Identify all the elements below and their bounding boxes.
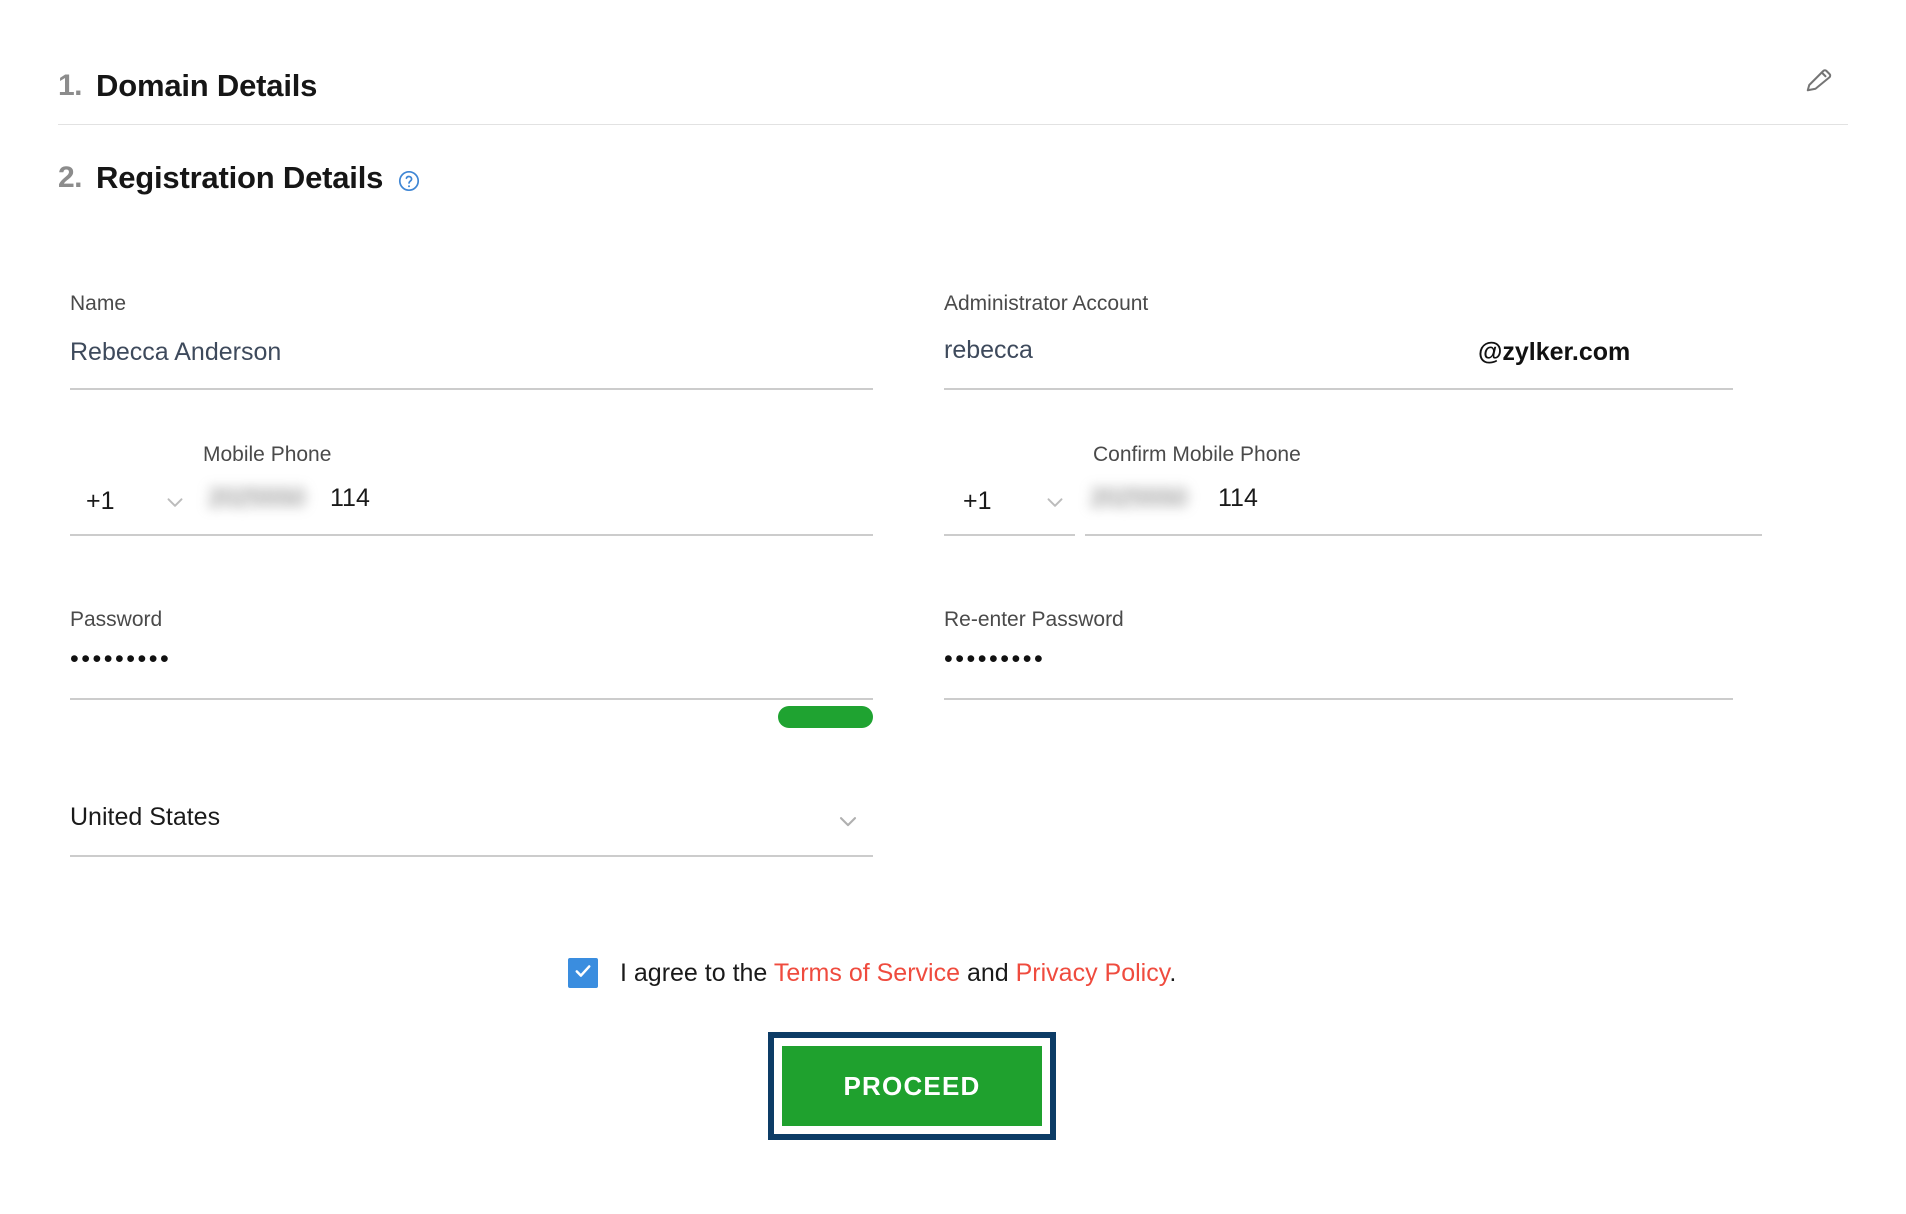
confirm-mobile-phone-country-code[interactable]: +1 xyxy=(963,487,992,516)
name-input[interactable]: Rebecca Anderson xyxy=(70,338,281,367)
administrator-account-input[interactable]: rebecca xyxy=(944,336,1033,365)
mobile-phone-masked-value: 2025550 xyxy=(208,484,306,512)
mobile-phone-country-code[interactable]: +1 xyxy=(86,487,115,516)
terms-of-service-link[interactable]: Terms of Service xyxy=(774,959,960,987)
mobile-phone-country-chevron-down-icon[interactable] xyxy=(160,487,190,517)
name-label: Name xyxy=(70,292,127,315)
password-input[interactable]: ••••••••• xyxy=(70,645,171,674)
terms-prefix: I agree to the xyxy=(620,958,774,987)
confirm-mobile-phone-underline xyxy=(1085,534,1762,536)
checkmark-icon xyxy=(573,961,593,986)
reenter-password-underline xyxy=(944,698,1733,700)
confirm-mobile-phone-masked-value: 2025550 xyxy=(1090,484,1188,512)
country-chevron-down-icon[interactable] xyxy=(832,805,864,837)
confirm-mobile-phone-input[interactable]: 114 xyxy=(1218,484,1258,513)
privacy-policy-link[interactable]: Privacy Policy xyxy=(1016,959,1170,987)
country-select[interactable]: United States xyxy=(70,803,220,832)
mobile-phone-label: Mobile Phone xyxy=(203,443,332,466)
reenter-password-label: Re-enter Password xyxy=(944,608,1124,631)
terms-agreement-row: I agree to the Terms of Service and Priv… xyxy=(568,953,1176,993)
registration-page: 1. Domain Details 2. Registration Detail… xyxy=(0,0,1906,1214)
terms-agreement-text: I agree to the Terms of Service and Priv… xyxy=(620,959,1176,988)
password-strength-indicator xyxy=(778,706,873,728)
confirm-mobile-phone-country-underline xyxy=(944,534,1075,536)
password-label: Password xyxy=(70,608,163,631)
proceed-button[interactable]: PROCEED xyxy=(782,1046,1042,1126)
administrator-account-underline xyxy=(944,388,1733,390)
mobile-phone-underline xyxy=(70,534,873,536)
terms-suffix: . xyxy=(1169,958,1177,987)
confirm-mobile-phone-label: Confirm Mobile Phone xyxy=(1093,443,1301,466)
password-underline xyxy=(70,698,873,700)
reenter-password-input[interactable]: ••••••••• xyxy=(944,645,1045,674)
confirm-mobile-phone-country-chevron-down-icon[interactable] xyxy=(1040,487,1070,517)
terms-agreement-checkbox[interactable] xyxy=(568,958,598,988)
proceed-button-focus-ring: PROCEED xyxy=(768,1032,1056,1140)
domain-suffix-label: @zylker.com xyxy=(1478,338,1631,366)
mobile-phone-input[interactable]: 114 xyxy=(330,484,370,513)
name-input-underline xyxy=(70,388,873,390)
administrator-account-label: Administrator Account xyxy=(944,292,1149,315)
country-select-underline xyxy=(70,855,873,857)
terms-middle: and xyxy=(960,958,1016,987)
